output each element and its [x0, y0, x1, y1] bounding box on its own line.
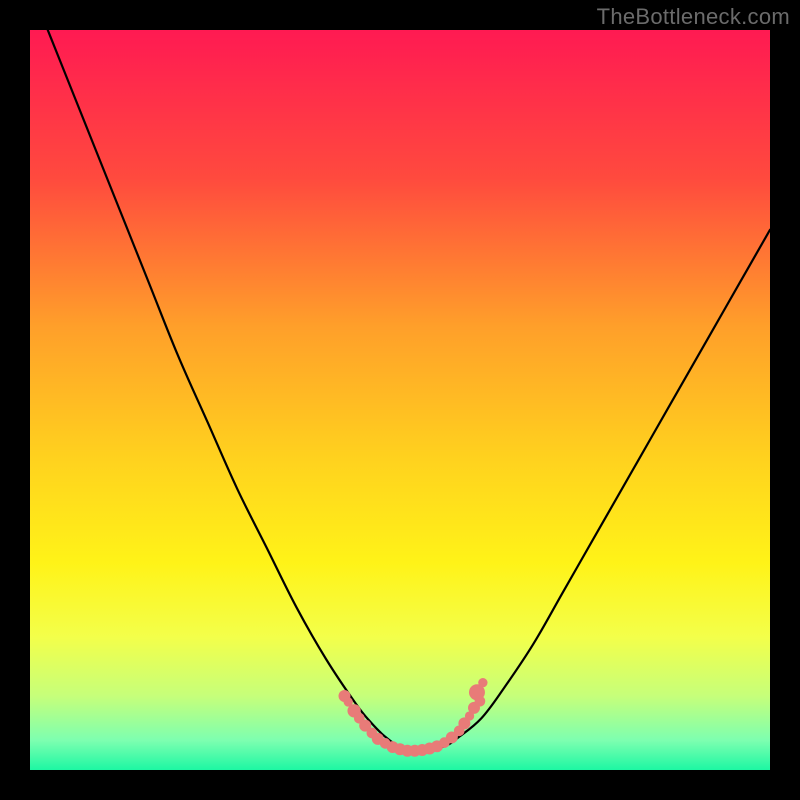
attribution-label: TheBottleneck.com [597, 4, 790, 30]
bottom-dot [475, 696, 486, 707]
chart-frame: TheBottleneck.com [0, 0, 800, 800]
bottom-dot [478, 678, 487, 687]
plot-area [30, 30, 770, 770]
bottleneck-chart [30, 30, 770, 770]
gradient-background [30, 30, 770, 770]
